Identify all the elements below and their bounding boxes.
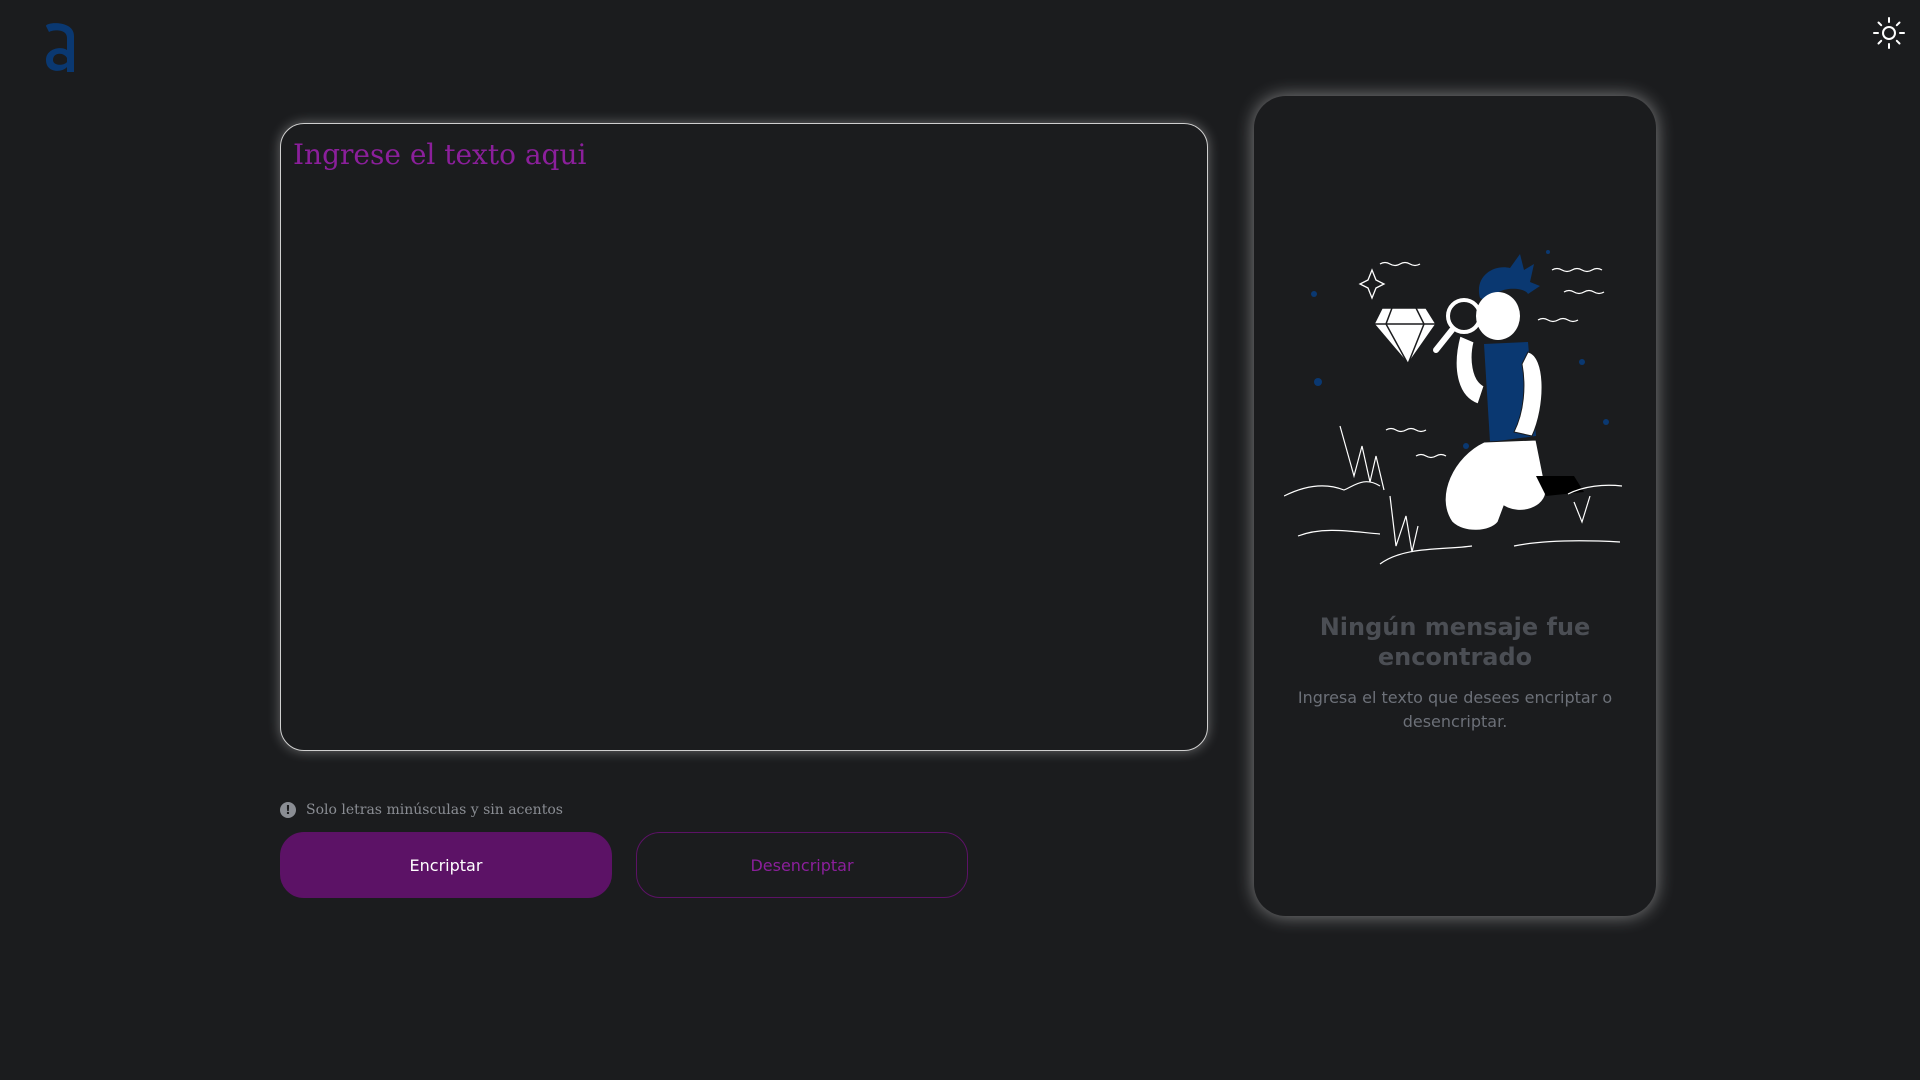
info-icon: ! xyxy=(280,802,296,818)
encrypt-button-label: Encriptar xyxy=(409,855,483,875)
decrypt-button[interactable]: Desencriptar xyxy=(636,832,968,898)
input-hint: ! Solo letras minúsculas y sin acentos xyxy=(280,802,563,818)
person-with-magnifier-illustration xyxy=(1284,250,1623,565)
encrypt-button[interactable]: Encriptar xyxy=(280,832,612,898)
hint-text: Solo letras minúsculas y sin acentos xyxy=(306,802,563,818)
text-input-container xyxy=(280,123,1208,751)
output-panel: Ningún mensaje fue encontrado Ingresa el… xyxy=(1254,96,1656,916)
alura-logo-icon[interactable] xyxy=(40,20,80,76)
text-input[interactable] xyxy=(291,136,1201,742)
page: ! Solo letras minúsculas y sin acentos E… xyxy=(0,0,1920,1080)
empty-state-title: Ningún mensaje fue encontrado xyxy=(1319,613,1591,671)
sun-icon[interactable] xyxy=(1872,16,1906,50)
decrypt-button-label: Desencriptar xyxy=(750,855,854,875)
empty-state-description: Ingresa el texto que desees encriptar o … xyxy=(1297,688,1613,731)
